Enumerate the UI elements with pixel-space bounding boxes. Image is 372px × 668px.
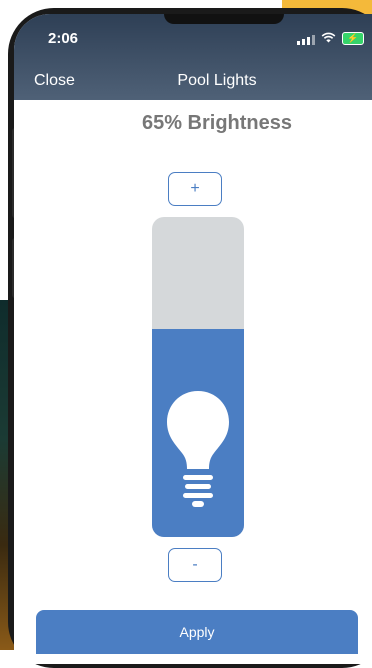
increase-button[interactable]: + [168,172,222,206]
battery-icon: ⚡ [342,32,364,45]
status-time: 2:06 [48,30,79,47]
apply-button[interactable]: Apply [36,610,358,654]
status-icons: ⚡ [297,32,364,45]
lightbulb-icon [167,391,229,507]
phone-screen: 2:06 ⚡ Close Pool Lights 65% Brightness … [14,14,372,664]
notch [164,14,284,24]
brightness-label: 65% Brightness [141,112,293,134]
signal-icon [297,33,315,45]
wifi-icon [321,32,336,45]
brightness-slider[interactable] [152,217,244,537]
header: 2:06 ⚡ Close Pool Lights [14,14,372,100]
page-title: Pool Lights [177,72,257,89]
decrease-button[interactable]: - [168,548,222,582]
